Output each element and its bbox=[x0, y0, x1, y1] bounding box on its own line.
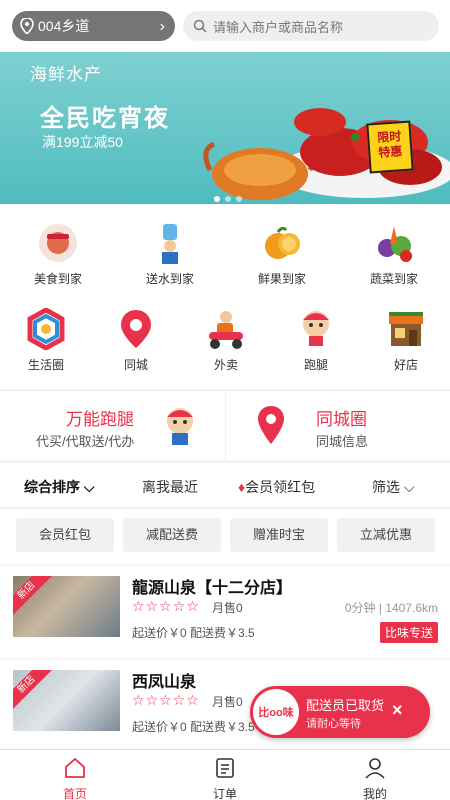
tab-label: 我的 bbox=[362, 787, 387, 800]
same-city-promo-title: 同城圈 bbox=[316, 410, 367, 429]
sort-bar: 综合排序 ⌵ 离我最近 ♦会员领红包 筛选 ⌵ bbox=[0, 462, 450, 508]
filter-chips: 会员红包 减配送费 赠准时宝 立减优惠 bbox=[0, 510, 450, 564]
chevron-down-icon: ⌵ bbox=[400, 479, 415, 495]
life-circle-icon bbox=[25, 308, 67, 350]
delivery-tag: 比味专送 bbox=[379, 622, 438, 643]
category-food[interactable]: 美食到家 bbox=[2, 222, 114, 287]
limited-offer-badge: 限时 特惠 bbox=[366, 120, 414, 174]
close-icon[interactable]: × bbox=[392, 700, 403, 721]
order-icon bbox=[216, 758, 234, 778]
shop-list-item[interactable]: 新店 龍源山泉【十二分店】 ☆☆☆☆☆ 月售0 0分钟 | 1407.6km 起… bbox=[0, 566, 450, 658]
category-good-shop[interactable]: 好店 bbox=[350, 308, 450, 373]
tab-label: 首页 bbox=[62, 787, 87, 800]
location-label: 004乡道 bbox=[38, 18, 90, 34]
same-city-promo[interactable]: 同城圈 同城信息 bbox=[226, 391, 450, 461]
tab-profile[interactable]: 我的 bbox=[300, 750, 450, 800]
category-label: 美食到家 bbox=[33, 272, 82, 286]
profile-icon bbox=[365, 758, 385, 779]
chip-reduced-delivery-fee[interactable]: 减配送费 bbox=[123, 518, 221, 552]
promo-banner[interactable]: 海鲜水产 全民吃宵夜 满199立减50 限时 特惠 bbox=[0, 52, 450, 204]
filter-button[interactable]: 筛选 ⌵ bbox=[372, 477, 415, 497]
banner-tag: 海鲜水产 bbox=[30, 65, 102, 84]
scooter-icon bbox=[205, 308, 247, 350]
sort-comprehensive-label: 综合排序 bbox=[24, 479, 80, 495]
toast-subtitle: 请耐心等待 bbox=[306, 718, 361, 730]
delivery-status-toast[interactable]: 比oo味 配送员已取货 请耐心等待 × bbox=[250, 686, 430, 738]
location-pin-icon bbox=[20, 18, 34, 34]
vegetable-icon bbox=[373, 222, 415, 264]
sort-comprehensive[interactable]: 综合排序 ⌵ bbox=[24, 477, 95, 497]
runner-icon bbox=[295, 308, 337, 350]
fee-info: 起送价￥0 配送费￥3.5 bbox=[132, 626, 255, 640]
shop-name: 西凤山泉 bbox=[132, 674, 197, 691]
shop-thumbnail: 新店 bbox=[13, 670, 120, 731]
category-fruit[interactable]: 鲜果到家 bbox=[226, 222, 338, 287]
location-pin-icon bbox=[258, 406, 284, 444]
errand-promo-title: 万能跑腿 bbox=[66, 410, 134, 429]
chip-on-time-guarantee[interactable]: 赠准时宝 bbox=[230, 518, 328, 552]
food-icon bbox=[37, 222, 79, 264]
errand-promo-subtitle: 代买/代取送/代办 bbox=[36, 434, 135, 449]
banner-title: 全民吃宵夜 bbox=[40, 105, 170, 132]
carousel-dots bbox=[214, 196, 242, 202]
chevron-down-icon: ⌵ bbox=[80, 479, 95, 495]
rating-stars: ☆☆☆☆☆ bbox=[132, 598, 200, 614]
monthly-sales: 月售0 bbox=[212, 695, 243, 709]
new-store-ribbon: 新店 bbox=[13, 576, 54, 618]
filter-label: 筛选 bbox=[372, 479, 400, 495]
shop-name: 龍源山泉【十二分店】 bbox=[132, 580, 293, 597]
same-city-promo-subtitle: 同城信息 bbox=[316, 434, 369, 449]
crayfish-image bbox=[294, 108, 442, 185]
badge-line-2: 特惠 bbox=[377, 144, 403, 160]
brand-logo: 比oo味 bbox=[253, 689, 299, 735]
distance-info: 0分钟 | 1407.6km bbox=[344, 601, 438, 615]
category-water[interactable]: 送水到家 bbox=[114, 222, 226, 287]
search-icon bbox=[193, 19, 207, 33]
shop-thumbnail: 新店 bbox=[13, 576, 120, 637]
category-label: 好店 bbox=[393, 358, 418, 372]
fruit-icon bbox=[261, 222, 303, 264]
runner-icon bbox=[167, 408, 193, 445]
new-store-ribbon: 新店 bbox=[13, 670, 54, 712]
member-red-packet-button[interactable]: ♦会员领红包 bbox=[238, 477, 315, 497]
search-bar[interactable]: 请输入商户或商品名称 bbox=[183, 11, 439, 41]
tab-home[interactable]: 首页 bbox=[0, 750, 150, 800]
sort-nearest[interactable]: 离我最近 bbox=[142, 477, 198, 497]
promo-blocks: 万能跑腿 代买/代取送/代办 同城圈 同城信息 bbox=[0, 390, 450, 461]
search-placeholder: 请输入商户或商品名称 bbox=[213, 19, 344, 35]
location-pin-icon bbox=[115, 308, 157, 350]
chevron-right-icon: › bbox=[159, 18, 165, 35]
toast-title: 配送员已取货 bbox=[306, 698, 385, 713]
top-bar: 004乡道 › 请输入商户或商品名称 bbox=[0, 0, 450, 52]
chip-member-red-packet[interactable]: 会员红包 bbox=[16, 518, 114, 552]
location-selector[interactable]: 004乡道 › bbox=[12, 11, 175, 41]
chip-instant-discount[interactable]: 立减优惠 bbox=[337, 518, 435, 552]
water-delivery-icon bbox=[149, 222, 191, 264]
category-label: 蔬菜到家 bbox=[369, 272, 418, 286]
banner-subtitle: 满199立减50 bbox=[42, 134, 123, 150]
home-icon bbox=[65, 757, 85, 778]
category-label: 鲜果到家 bbox=[257, 272, 306, 286]
category-grid: 美食到家 送水到家 鲜果到家 蔬菜到家 生活圈 同城 外卖 跑腿 好店 bbox=[0, 204, 450, 389]
member-red-packet-label: 会员领红包 bbox=[245, 479, 316, 495]
tab-label: 订单 bbox=[212, 787, 237, 800]
category-vegetable[interactable]: 蔬菜到家 bbox=[338, 222, 450, 287]
errand-promo[interactable]: 万能跑腿 代买/代取送/代办 bbox=[0, 391, 225, 461]
bottom-nav: 首页 订单 我的 bbox=[0, 749, 450, 800]
category-label: 送水到家 bbox=[145, 272, 194, 286]
rating-stars: ☆☆☆☆☆ bbox=[132, 692, 200, 708]
shop-icon bbox=[385, 308, 427, 350]
monthly-sales: 月售0 bbox=[212, 601, 243, 615]
fee-info: 起送价￥0 配送费￥3.5 bbox=[132, 720, 255, 734]
tab-orders[interactable]: 订单 bbox=[150, 750, 300, 800]
